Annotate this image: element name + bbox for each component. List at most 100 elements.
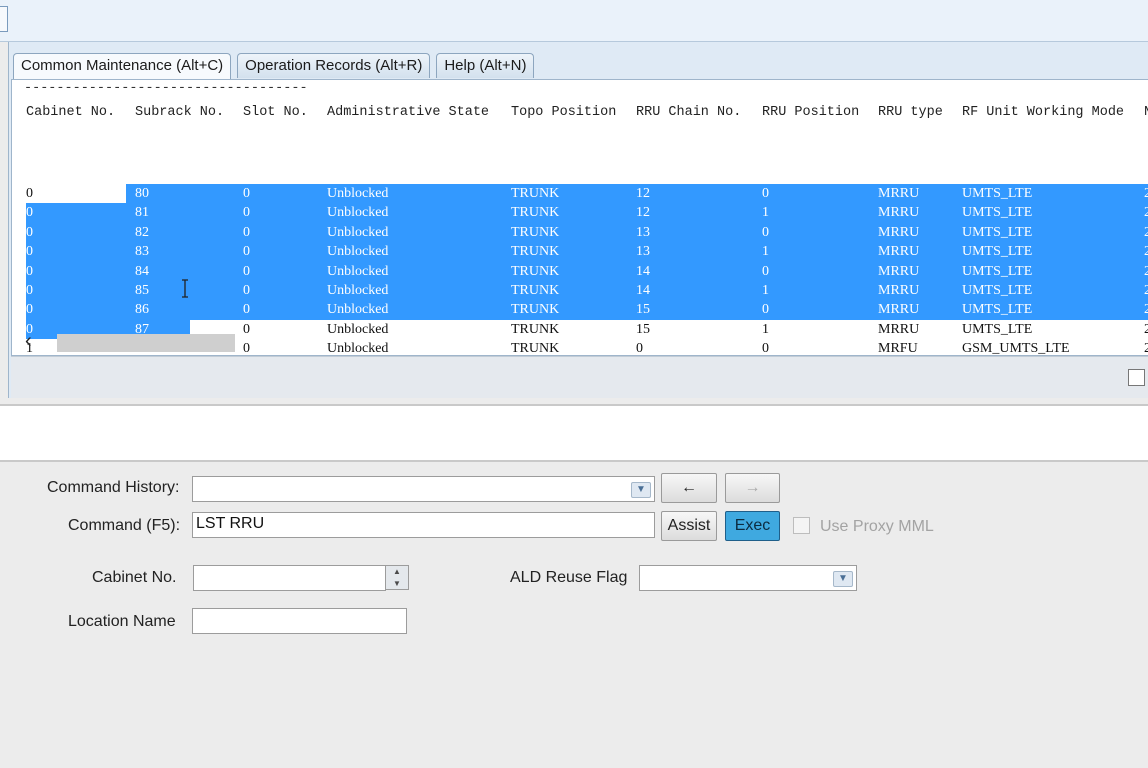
- command-history-select[interactable]: ▼: [192, 476, 655, 502]
- results-separator: -----------------------------------: [24, 81, 308, 96]
- table-cell: TRUNK: [511, 186, 560, 201]
- table-row[interactable]: 0 86 0 Unblocked TRUNK 15 0 MRRU UMTS_LTE 2: [12, 300, 1148, 320]
- column-header[interactable]: N: [1144, 105, 1148, 120]
- footer-checkbox[interactable]: [1128, 369, 1145, 386]
- table-cell: 0: [243, 205, 250, 221]
- table-cell: 12: [636, 205, 650, 221]
- column-header[interactable]: Administrative State: [327, 105, 489, 120]
- table-cell: 0: [26, 224, 33, 240]
- table-row[interactable]: 0 80 0 Unblocked TRUNK 12 0 MRRU UMTS_LTE 2: [12, 184, 1148, 204]
- chevron-down-icon[interactable]: ▼: [631, 482, 651, 498]
- table-cell: 0: [243, 263, 250, 279]
- table-cell: MRRU: [878, 224, 920, 240]
- table-cell: TRUNK: [511, 263, 560, 279]
- table-cell: Unblocked: [327, 302, 389, 318]
- window-corner: [0, 6, 8, 32]
- horizontal-scrollbar[interactable]: ‹: [23, 330, 243, 352]
- table-cell: 0: [243, 186, 250, 201]
- table-cell: TRUNK: [511, 283, 560, 298]
- table-row[interactable]: 0 83 0 Unblocked TRUNK 13 1 MRRU UMTS_LTE 2: [12, 242, 1148, 262]
- table-cell: TRUNK: [511, 224, 560, 240]
- table-cell: TRUNK: [511, 302, 560, 318]
- assist-button[interactable]: Assist: [661, 511, 717, 541]
- results-panel[interactable]: ----------------------------------- Cabi…: [11, 79, 1148, 356]
- column-header[interactable]: Topo Position: [511, 105, 616, 120]
- table-cell: 0: [762, 302, 769, 318]
- table-cell: 13: [636, 224, 650, 240]
- table-cell: 2: [1144, 184, 1148, 203]
- table-cell: 2: [1144, 262, 1148, 281]
- results-footer: [11, 356, 1148, 398]
- spin-up-icon[interactable]: ▲: [386, 566, 408, 578]
- table-cell: Unblocked: [327, 321, 389, 337]
- table-cell: 2: [1144, 320, 1148, 339]
- history-back-button[interactable]: ←: [661, 473, 717, 503]
- table-cell: 1: [762, 283, 769, 298]
- column-header[interactable]: RRU Position: [762, 105, 859, 120]
- table-cell: MRRU: [878, 186, 920, 201]
- use-proxy-label: Use Proxy MML: [820, 518, 934, 535]
- column-header[interactable]: Slot No.: [243, 105, 308, 120]
- tab-operation-records[interactable]: Operation Records (Alt+R): [237, 53, 431, 78]
- table-cell: 84: [135, 263, 149, 279]
- tab-common-maintenance[interactable]: Common Maintenance (Alt+C): [13, 53, 232, 80]
- table-cell: 0: [26, 186, 33, 201]
- command-input[interactable]: LST RRU: [192, 512, 655, 538]
- table-cell: 0: [243, 321, 250, 337]
- table-cell: 83: [135, 244, 149, 260]
- column-header[interactable]: Subrack No.: [135, 105, 224, 120]
- table-cell: 0: [243, 302, 250, 318]
- table-cell: 85: [135, 283, 149, 298]
- table-row[interactable]: 0 82 0 Unblocked TRUNK 13 0 MRRU UMTS_LTE 2: [12, 222, 1148, 243]
- spin-down-icon[interactable]: ▼: [386, 578, 408, 590]
- table-cell: TRUNK: [511, 205, 560, 221]
- location-name-input[interactable]: [192, 608, 407, 634]
- table-cell: MRFU: [878, 341, 918, 356]
- table-cell: 0: [26, 244, 33, 260]
- table-row[interactable]: 0 81 0 Unblocked TRUNK 12 1 MRRU UMTS_LTE 2: [12, 203, 1148, 223]
- table-cell: Unblocked: [327, 263, 389, 279]
- chevron-down-icon[interactable]: ▼: [833, 571, 853, 587]
- scroll-thumb[interactable]: [57, 334, 235, 352]
- column-header[interactable]: Cabinet No.: [26, 105, 115, 120]
- table-cell: 81: [135, 205, 149, 221]
- table-cell: 0: [636, 341, 643, 356]
- table-cell: 0: [243, 244, 250, 260]
- table-cell: GSM_UMTS_LTE: [962, 341, 1070, 356]
- table-cell: 15: [636, 321, 650, 337]
- table-cell: 2: [1144, 223, 1148, 242]
- table-cell: 15: [636, 302, 650, 318]
- table-cell: 0: [762, 186, 769, 201]
- ald-reuse-flag-select[interactable]: ▼: [639, 565, 857, 591]
- table-cell: UMTS_LTE: [962, 283, 1033, 298]
- table-cell: Unblocked: [327, 341, 389, 356]
- table-cell: 1: [762, 244, 769, 260]
- ald-reuse-flag-label: ALD Reuse Flag: [510, 569, 628, 586]
- use-proxy-checkbox[interactable]: [793, 517, 810, 534]
- scroll-left-icon[interactable]: ‹: [25, 330, 32, 353]
- cabinet-no-spinner[interactable]: ▲ ▼: [385, 565, 409, 590]
- column-header[interactable]: RRU Chain No.: [636, 105, 741, 120]
- cabinet-no-input[interactable]: [193, 565, 386, 591]
- history-forward-button[interactable]: →: [725, 473, 780, 503]
- tab-help[interactable]: Help (Alt+N): [436, 53, 535, 78]
- command-history-label: Command History:: [47, 479, 180, 496]
- column-header[interactable]: RRU type: [878, 105, 943, 120]
- table-cell: UMTS_LTE: [962, 205, 1033, 221]
- table-cell: 0: [26, 263, 33, 279]
- table-cell: 2: [1144, 203, 1148, 222]
- table-cell: Unblocked: [327, 186, 389, 201]
- table-cell: 80: [135, 186, 149, 201]
- table-cell: Unblocked: [327, 283, 389, 298]
- table-cell: Unblocked: [327, 244, 389, 260]
- table-cell: TRUNK: [511, 321, 560, 337]
- table-cell: Unblocked: [327, 205, 389, 221]
- column-header[interactable]: RF Unit Working Mode: [962, 105, 1124, 120]
- command-label: Command (F5):: [68, 517, 181, 534]
- table-cell: 0: [762, 263, 769, 279]
- table-cell: TRUNK: [511, 244, 560, 260]
- table-cell: MRRU: [878, 302, 920, 318]
- table-cell: 0: [26, 283, 33, 298]
- table-cell: 2: [1144, 242, 1148, 261]
- table-cell: 13: [636, 244, 650, 260]
